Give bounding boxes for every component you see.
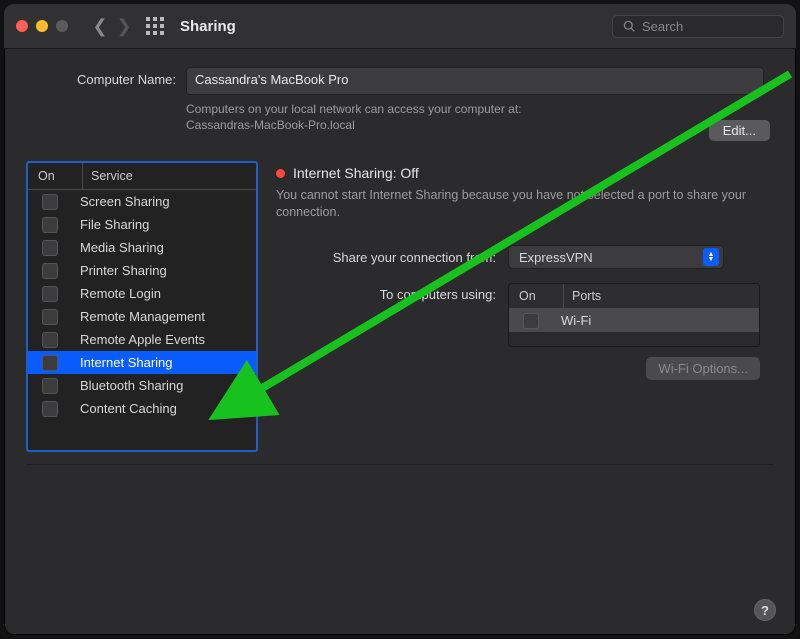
edit-button[interactable]: Edit... [709,120,770,141]
pane-title: Sharing [180,18,236,35]
port-label: Wi-Fi [553,313,591,328]
to-computers-label: To computers using: [276,283,508,302]
service-label: Media Sharing [72,240,164,255]
status-message: You cannot start Internet Sharing becaus… [276,187,756,221]
service-row-file-sharing[interactable]: File Sharing [28,213,256,236]
service-label: File Sharing [72,217,149,232]
chevron-up-down-icon: ▲▼ [703,248,719,266]
show-all-icon[interactable] [146,17,164,35]
search-placeholder: Search [642,19,683,34]
service-label: Content Caching [72,401,177,416]
service-label: Screen Sharing [72,194,170,209]
service-checkbox[interactable] [42,263,58,279]
service-label: Printer Sharing [72,263,167,278]
service-label: Remote Apple Events [72,332,205,347]
services-header-on: On [28,163,83,189]
service-detail: Internet Sharing: Off You cannot start I… [276,161,774,394]
help-button[interactable]: ? [754,599,776,621]
service-row-content-caching[interactable]: Content Caching [28,397,256,420]
ports-list: On Ports Wi-Fi [508,283,760,347]
service-row-bluetooth-sharing[interactable]: Bluetooth Sharing [28,374,256,397]
service-checkbox[interactable] [42,355,58,371]
service-checkbox[interactable] [42,286,58,302]
computer-name-input[interactable]: Cassandra's MacBook Pro [186,67,764,95]
service-row-media-sharing[interactable]: Media Sharing [28,236,256,259]
zoom-window-button[interactable] [56,20,68,32]
titlebar: ❮ ❯ Sharing Search [4,4,796,49]
service-row-remote-management[interactable]: Remote Management [28,305,256,328]
wifi-options-button[interactable]: Wi-Fi Options... [646,357,760,380]
service-row-remote-apple-events[interactable]: Remote Apple Events [28,328,256,351]
service-checkbox[interactable] [42,401,58,417]
service-checkbox[interactable] [42,332,58,348]
window-controls [16,20,68,32]
service-row-printer-sharing[interactable]: Printer Sharing [28,259,256,282]
forward-button[interactable]: ❯ [112,16,136,37]
minimize-window-button[interactable] [36,20,48,32]
service-row-screen-sharing[interactable]: Screen Sharing [28,190,256,213]
search-icon [623,20,636,33]
close-window-button[interactable] [16,20,28,32]
service-row-internet-sharing[interactable]: Internet Sharing [28,351,256,374]
search-field[interactable]: Search [612,15,784,38]
services-list: On Service Screen Sharing File Sharing Med… [26,161,258,452]
port-row-wi-fi[interactable]: Wi-Fi [509,309,759,332]
service-checkbox[interactable] [42,240,58,256]
ports-header-on: On [509,284,564,308]
service-checkbox[interactable] [42,378,58,394]
status-title: Internet Sharing: Off [293,165,419,181]
share-from-label: Share your connection from: [276,250,508,265]
computer-name-helper: Computers on your local network can acce… [186,101,616,133]
ports-header-ports: Ports [564,284,609,308]
service-checkbox[interactable] [42,194,58,210]
status-dot-icon [276,169,285,178]
service-label: Bluetooth Sharing [72,378,183,393]
service-label: Remote Management [72,309,205,324]
preferences-window: ❮ ❯ Sharing Search Computer Name: Cassan… [4,4,796,635]
share-from-value: ExpressVPN [519,250,593,265]
service-label: Internet Sharing [72,355,173,370]
port-checkbox[interactable] [523,313,539,329]
service-checkbox[interactable] [42,217,58,233]
back-button[interactable]: ❮ [88,16,112,37]
share-from-select[interactable]: ExpressVPN ▲▼ [508,245,724,269]
service-row-remote-login[interactable]: Remote Login [28,282,256,305]
service-checkbox[interactable] [42,309,58,325]
computer-name-label: Computer Name: [26,67,186,87]
service-label: Remote Login [72,286,161,301]
services-header-service: Service [83,163,141,189]
content: Computer Name: Cassandra's MacBook Pro C… [4,49,796,475]
